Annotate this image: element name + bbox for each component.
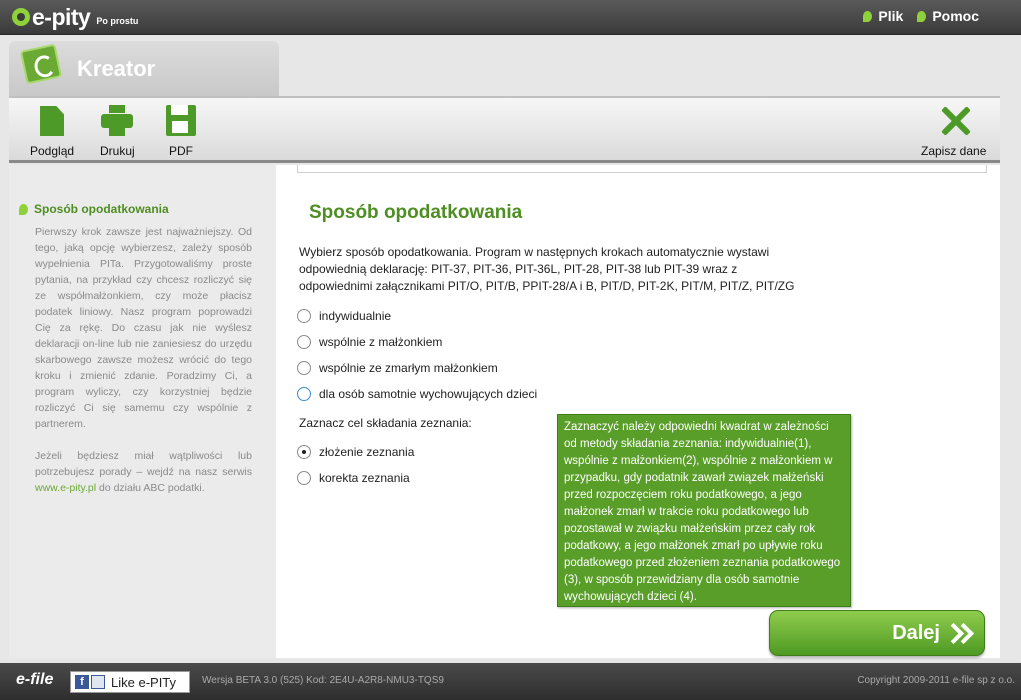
content-divider	[297, 165, 987, 173]
radio-button[interactable]	[297, 361, 311, 375]
sidebar-p2-after: do działu ABC podatki.	[96, 482, 205, 494]
save-data-label: Zapisz dane	[921, 144, 987, 158]
facebook-icon: f	[75, 675, 89, 689]
like-label: Like e-PITy	[111, 674, 177, 690]
page-title: Sposób opodatkowania	[309, 202, 523, 223]
radio-label: złożenie zeznania	[319, 445, 415, 459]
footer-logo[interactable]: e-file	[16, 671, 53, 689]
sidebar-text: Pierwszy krok zawsze jest najważniejszy.…	[35, 224, 252, 512]
main-content: Sposób opodatkowania Wybierz sposób opod…	[276, 165, 1000, 658]
radio-button[interactable]	[297, 387, 311, 401]
website-link[interactable]: www.e-pity.pl	[35, 482, 96, 494]
sidebar-p2-before: Jeżeli będziesz miał wątpliwości lub pot…	[35, 450, 252, 478]
menu-file-label: Plik	[878, 8, 904, 24]
document-icon	[35, 104, 69, 138]
toolbar: Podgląd Drukuj PDF Zapisz dane	[9, 96, 1000, 163]
radio-single-parent[interactable]: dla osób samotnie wychowujących dzieci	[297, 387, 537, 401]
radio-deceased-spouse[interactable]: wspólnie ze zmarłym małżonkiem	[297, 361, 498, 375]
copyright: Copyright 2009-2011 e-file sp z o.o.	[857, 675, 1015, 686]
radio-button[interactable]	[297, 309, 311, 323]
next-button[interactable]: Dalej	[769, 610, 985, 656]
printer-icon	[100, 104, 134, 138]
thumbs-up-icon	[91, 675, 105, 689]
radio-button[interactable]	[297, 335, 311, 349]
radio-correction[interactable]: korekta zeznania	[297, 471, 410, 485]
leaf-icon	[863, 10, 873, 22]
facebook-like-button[interactable]: f Like e-PITy	[70, 671, 190, 693]
top-menu: Plik Pomoc	[863, 8, 979, 24]
radio-button[interactable]	[297, 445, 311, 459]
logo-subtitle: Po prostu	[96, 16, 139, 26]
sidebar-heading: Sposób opodatkowania	[19, 202, 169, 216]
radio-file-return[interactable]: złożenie zeznania	[297, 445, 414, 459]
sidebar-heading-text: Sposób opodatkowania	[34, 202, 169, 216]
radio-individual[interactable]: indywidualnie	[297, 309, 391, 323]
print-button[interactable]: Drukuj	[100, 104, 135, 158]
page-description: Wybierz sposób opodatkowania. Program w …	[299, 245, 795, 293]
radio-label: wspólnie ze zmarłym małżonkiem	[319, 361, 498, 375]
preview-button[interactable]: Podgląd	[30, 104, 74, 158]
radio-with-spouse[interactable]: wspólnie z małżonkiem	[297, 335, 442, 349]
radio-label: korekta zeznania	[319, 471, 410, 485]
tab-kreator[interactable]: Kreator	[9, 41, 279, 97]
footer: e-file f Like e-PITy Wersja BETA 3.0 (52…	[0, 663, 1021, 700]
close-icon	[937, 104, 971, 138]
logo-text: e-pity	[32, 3, 91, 30]
sidebar-paragraph: Pierwszy krok zawsze jest najważniejszy.…	[35, 226, 252, 430]
purpose-label: Zaznacz cel składania zeznania:	[299, 416, 472, 430]
version-info: Wersja BETA 3.0 (525) Kod: 2E4U-A2R8-NMU…	[202, 675, 444, 686]
sidebar-paragraph-2: Jeżeli będziesz miał wątpliwości lub pot…	[35, 448, 252, 496]
save-data-button[interactable]: Zapisz dane	[921, 104, 986, 158]
floppy-icon	[164, 104, 198, 138]
menu-help-label: Pomoc	[932, 8, 979, 24]
menu-help[interactable]: Pomoc	[917, 8, 979, 24]
radio-button[interactable]	[297, 471, 311, 485]
preview-label: Podgląd	[30, 144, 75, 158]
leaf-icon	[19, 203, 28, 215]
next-label: Dalej	[892, 621, 940, 644]
top-bar: e-pity Po prostu Plik Pomoc	[0, 0, 1021, 35]
menu-file[interactable]: Plik	[863, 8, 903, 24]
tab-title: Kreator	[77, 56, 156, 81]
logo-mark-icon	[12, 8, 30, 26]
pdf-button[interactable]: PDF	[164, 104, 198, 158]
app-logo[interactable]: e-pity Po prostu	[12, 4, 138, 30]
radio-label: indywidualnie	[319, 309, 392, 323]
e-badge-icon	[19, 43, 63, 85]
help-sidebar: Sposób opodatkowania Pierwszy krok zawsz…	[9, 165, 276, 658]
radio-label: dla osób samotnie wychowujących dzieci	[319, 387, 538, 401]
double-chevron-right-icon	[946, 622, 972, 644]
help-tooltip: Zaznaczyć należy odpowiedni kwadrat w za…	[557, 414, 851, 607]
print-label: Drukuj	[100, 144, 135, 158]
pdf-label: PDF	[169, 144, 193, 158]
radio-label: wspólnie z małżonkiem	[319, 335, 443, 349]
leaf-icon	[917, 10, 927, 22]
